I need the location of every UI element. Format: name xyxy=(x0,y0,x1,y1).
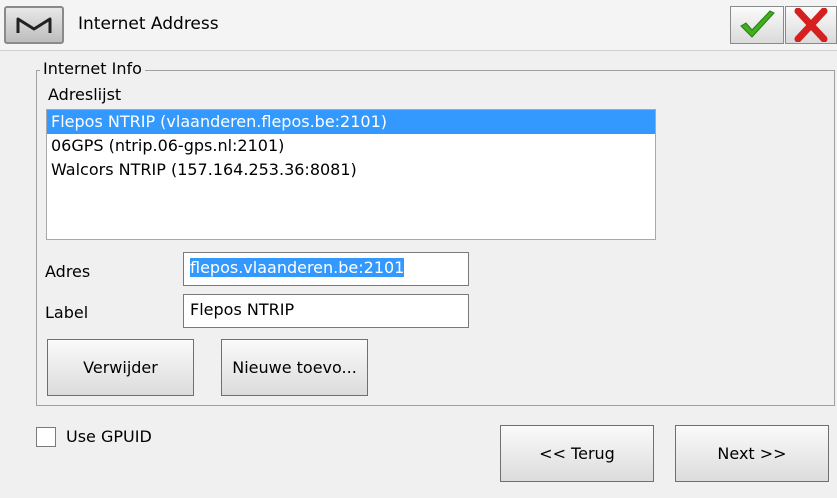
next-button[interactable]: Next >> xyxy=(675,425,829,482)
use-gpuid-checkbox[interactable] xyxy=(36,427,56,447)
cancel-button[interactable] xyxy=(785,6,837,44)
list-item-walcors[interactable]: Walcors NTRIP (157.164.253.36:8081) xyxy=(47,158,655,182)
remove-button[interactable]: Verwijder xyxy=(47,339,194,396)
adres-label: Adres xyxy=(45,262,91,281)
address-list[interactable]: Flepos NTRIP (vlaanderen.flepos.be:2101)… xyxy=(46,109,656,240)
checkmark-icon xyxy=(740,10,775,38)
list-item-06gps[interactable]: 06GPS (ntrip.06-gps.nl:2101) xyxy=(47,134,655,158)
new-entry-button[interactable]: Nieuwe toevo... xyxy=(221,339,368,396)
label-input[interactable]: Flepos NTRIP xyxy=(183,294,469,328)
adres-input[interactable]: flepos.vlaanderen.be:2101 xyxy=(183,252,469,286)
list-item-flepos[interactable]: Flepos NTRIP (vlaanderen.flepos.be:2101) xyxy=(47,110,655,134)
adres-input-value: flepos.vlaanderen.be:2101 xyxy=(190,258,405,277)
group-legend: Internet Info xyxy=(40,59,145,78)
window-title: Internet Address xyxy=(78,14,219,34)
label-label: Label xyxy=(45,303,89,322)
ok-button[interactable] xyxy=(730,6,784,44)
title-bar: Internet Address xyxy=(0,0,837,51)
use-gpuid-label[interactable]: Use GPUID xyxy=(66,427,152,446)
label-input-value: Flepos NTRIP xyxy=(190,300,295,319)
menu-button[interactable] xyxy=(4,6,64,44)
m-logo-icon xyxy=(16,17,52,33)
address-list-label: Adreslijst xyxy=(48,85,122,104)
back-button[interactable]: << Terug xyxy=(500,425,654,482)
close-icon xyxy=(794,8,828,42)
